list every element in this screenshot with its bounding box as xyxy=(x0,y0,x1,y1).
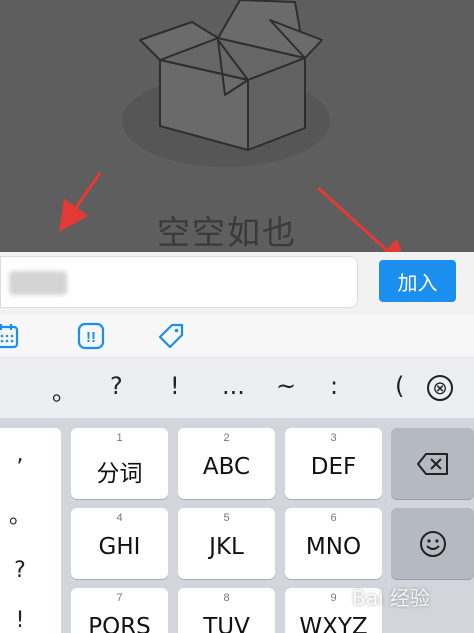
backspace-key[interactable] xyxy=(391,428,474,499)
tool-row: !! xyxy=(0,314,474,358)
key-1[interactable]: 1 分词 xyxy=(71,428,168,499)
task-input[interactable] xyxy=(0,256,358,308)
side-punct-period[interactable]: 。 xyxy=(0,498,40,530)
arrow-to-join-button xyxy=(316,186,409,252)
close-punct-icon[interactable]: ⊗ xyxy=(427,375,453,401)
key-7[interactable]: 7 PQRS xyxy=(71,588,168,633)
modal-overlay[interactable]: 空空如也 xyxy=(0,0,474,252)
side-punct-column: , 。 ? ! xyxy=(0,428,61,633)
punctuation-row: 。 ? ! ... ~ : ( ⊗ xyxy=(0,358,474,418)
punct-question[interactable]: ? xyxy=(110,372,123,400)
key-6[interactable]: 6 MNO xyxy=(285,508,382,579)
tag-icon[interactable] xyxy=(156,321,186,351)
key-4[interactable]: 4 GHI xyxy=(71,508,168,579)
side-punct-comma[interactable]: , xyxy=(0,442,40,467)
punct-paren[interactable]: ( xyxy=(395,372,404,400)
join-button[interactable]: 加入 xyxy=(379,260,456,302)
backspace-icon xyxy=(416,452,448,475)
priority-icon[interactable]: !! xyxy=(76,321,106,351)
side-punct-exclaim[interactable]: ! xyxy=(0,608,40,633)
priority-glyph: !! xyxy=(86,329,96,346)
annotation-arrows xyxy=(59,172,409,252)
blurred-input-text xyxy=(9,271,67,295)
key-5[interactable]: 5 JKL xyxy=(178,508,275,579)
arrow-to-input xyxy=(59,172,102,232)
key-2[interactable]: 2 ABC xyxy=(178,428,275,499)
punct-period[interactable]: 。 xyxy=(52,372,76,407)
punct-colon[interactable]: : xyxy=(330,372,338,400)
watermark: Bai 经验 xyxy=(352,586,430,610)
emoji-icon xyxy=(419,530,446,557)
punct-ellipsis[interactable]: ... xyxy=(222,372,245,400)
calendar-icon[interactable] xyxy=(0,321,22,351)
emoji-key[interactable] xyxy=(391,508,474,579)
key-3[interactable]: 3 DEF xyxy=(285,428,382,499)
key-8[interactable]: 8 TUV xyxy=(178,588,275,633)
punct-exclaim[interactable]: ! xyxy=(170,372,180,400)
side-punct-question[interactable]: ? xyxy=(0,558,40,583)
input-bar: 加入 xyxy=(0,252,474,314)
punct-tilde[interactable]: ~ xyxy=(276,372,296,400)
